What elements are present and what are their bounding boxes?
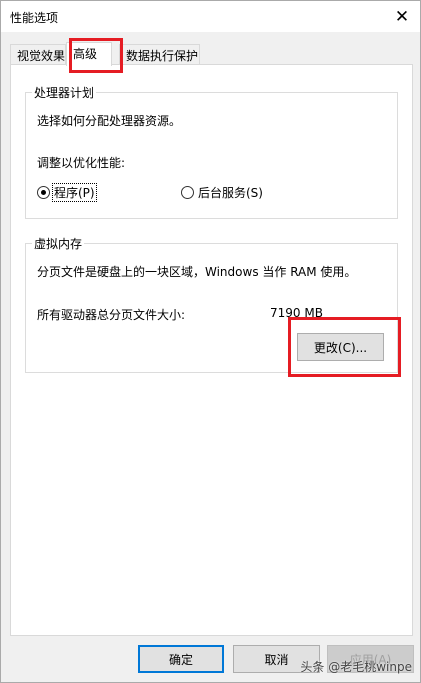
tab-advanced[interactable]: 高级 — [66, 42, 112, 66]
tab-data-execution-prevention[interactable]: 数据执行保护 — [119, 44, 200, 65]
processor-scheduling-group: 处理器计划 选择如何分配处理器资源。 调整以优化性能: 程序(P) 后台服务(S… — [25, 84, 398, 219]
radio-programs-label: 程序(P) — [52, 183, 97, 202]
radio-selected-dot — [41, 190, 46, 195]
ok-button[interactable]: 确定 — [138, 645, 224, 673]
radio-background-services[interactable]: 后台服务(S) — [181, 184, 264, 201]
virtual-memory-group: 虚拟内存 分页文件是硬盘上的一块区域，Windows 当作 RAM 使用。 所有… — [25, 235, 398, 373]
watermark: 头条 @老毛桃winpe — [300, 660, 412, 674]
optimize-label: 调整以优化性能: — [37, 156, 126, 170]
radio-background-services-label: 后台服务(S) — [198, 186, 263, 200]
virtual-memory-title: 虚拟内存 — [32, 235, 85, 252]
radio-background-services-indicator[interactable] — [181, 186, 194, 199]
total-paging-size-label: 所有驱动器总分页文件大小: — [37, 308, 186, 322]
title-bar: 性能选项 ✕ — [1, 1, 420, 32]
total-paging-size-value: 7190 MB — [270, 306, 323, 320]
processor-description: 选择如何分配处理器资源。 — [37, 114, 182, 128]
processor-scheduling-title: 处理器计划 — [32, 84, 97, 101]
change-button[interactable]: 更改(C)... — [297, 333, 384, 361]
close-icon[interactable]: ✕ — [384, 1, 420, 32]
tab-visual-effects[interactable]: 视觉效果 — [10, 44, 66, 65]
window-title: 性能选项 — [10, 11, 59, 25]
radio-programs-indicator[interactable] — [37, 186, 50, 199]
advanced-tab-panel: 处理器计划 选择如何分配处理器资源。 调整以优化性能: 程序(P) 后台服务(S… — [10, 64, 413, 636]
paging-file-description: 分页文件是硬盘上的一块区域，Windows 当作 RAM 使用。 — [37, 265, 357, 279]
radio-programs[interactable]: 程序(P) — [37, 183, 97, 202]
performance-options-dialog: 性能选项 ✕ 视觉效果 高级 数据执行保护 处理器计划 选择如何分配处理器资源。… — [0, 0, 421, 683]
